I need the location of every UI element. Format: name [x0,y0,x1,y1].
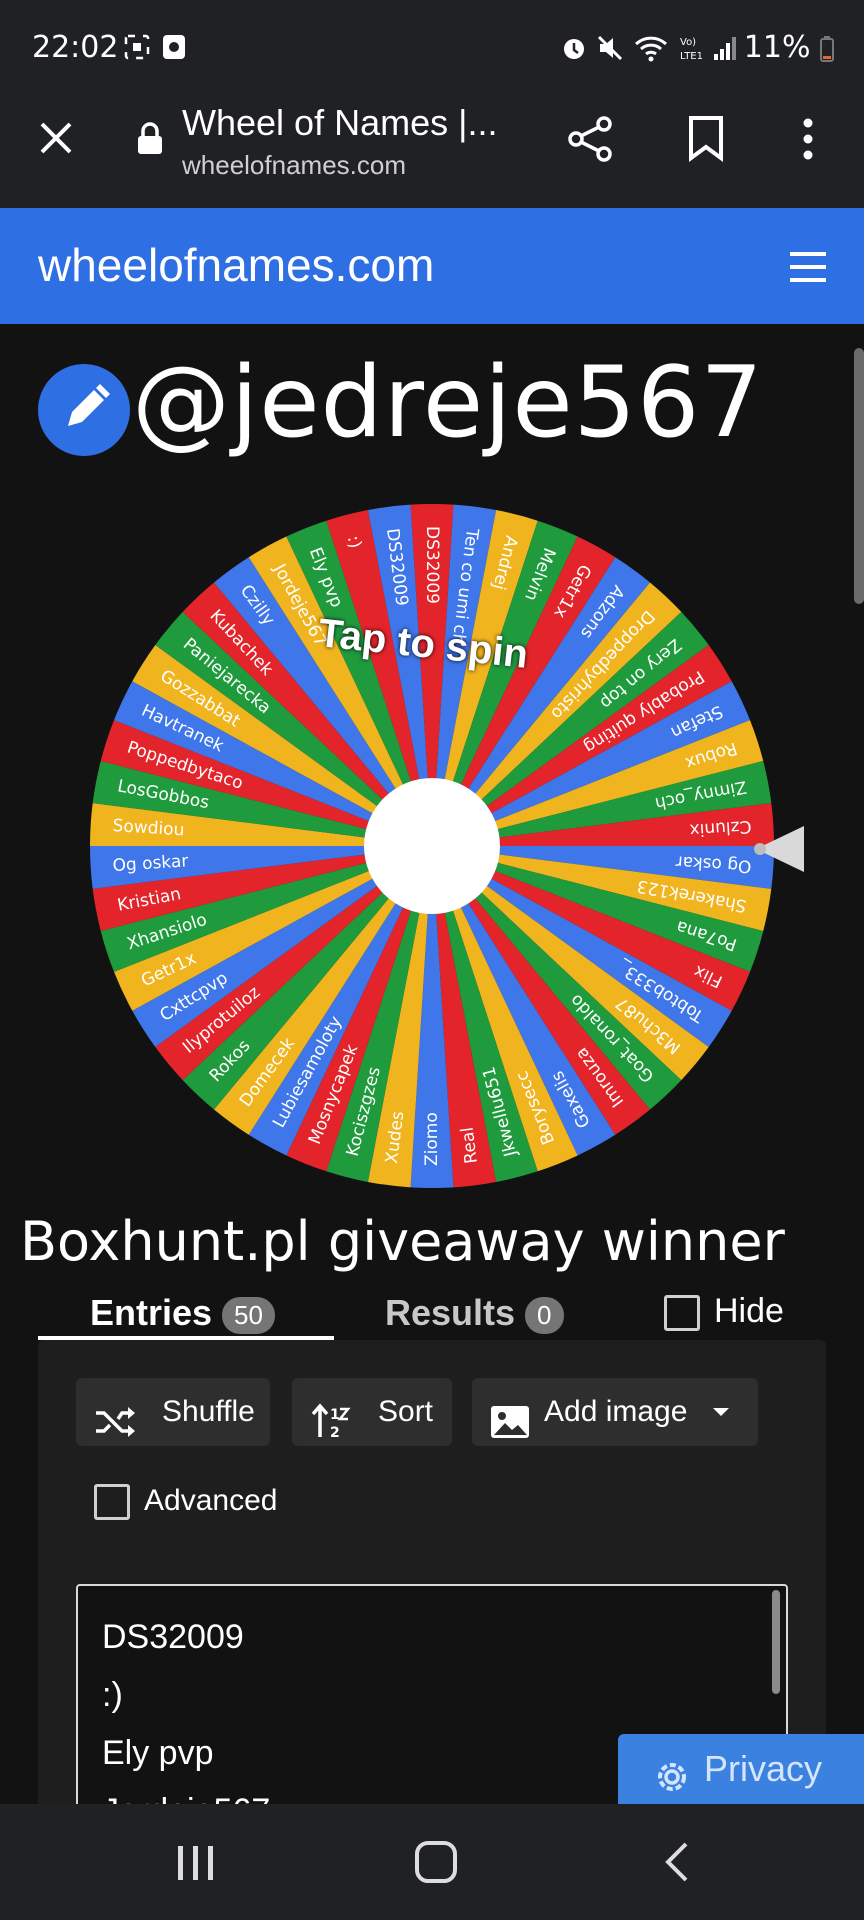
recent-apps-button[interactable] [176,1844,216,1887]
wheel-entry-label: Ziomo [422,1112,442,1166]
more-options-button[interactable] [800,114,816,169]
home-button[interactable] [414,1840,458,1889]
battery-icon [820,35,834,62]
status-bar: 22:02 Vo) LTE1 11% [0,0,864,96]
wheel[interactable]: DS32009 Ten co umi ch Andrej Melvin Getr1x Ad… [86,500,778,1197]
lock-icon [136,122,164,161]
system-navigation-bar [0,1804,864,1920]
browser-toolbar: Wheel of Names |... wheelofnames.com [0,96,864,208]
svg-text:LTE1: LTE1 [680,51,703,62]
sort-button[interactable]: 12 Sort [292,1378,452,1446]
page-title[interactable]: Wheel of Names |... [182,102,497,144]
edit-title-button[interactable] [38,364,130,456]
status-time: 22:02 [32,30,119,65]
page-url[interactable]: wheelofnames.com [182,150,406,181]
home-icon [415,1841,457,1883]
privacy-button[interactable]: Privacy [618,1734,864,1804]
svg-text:1: 1 [330,1407,340,1423]
chevron-down-icon [712,1378,730,1471]
svg-text:Vo): Vo) [680,37,696,48]
pencil-icon [68,384,110,426]
page-scrollbar[interactable] [854,348,864,604]
bookmark-button[interactable] [686,114,726,169]
share-button[interactable] [566,114,616,169]
entries-count-badge: 50 [222,1296,275,1334]
add-image-button[interactable]: Add image [472,1378,758,1446]
hide-checkbox[interactable]: Hide [664,1292,784,1332]
wheel-entry-label: DS32009 [422,526,442,604]
entry-line: :) [102,1676,123,1714]
share-icon [568,116,612,162]
checkbox-icon [664,1295,700,1332]
close-icon [40,122,72,154]
hamburger-icon [790,252,826,256]
app-notification-icon [162,34,186,65]
checkbox-icon [94,1484,130,1521]
site-header: wheelofnames.com [0,208,864,324]
shuffle-icon [94,1396,136,1464]
wifi-icon [634,34,668,67]
menu-button[interactable] [790,252,826,291]
main-content: @jedreje567 DS32009 Ten co umi ch Andrej Me… [0,324,864,1848]
more-vertical-icon [803,118,813,160]
mute-icon [596,34,624,67]
recent-apps-icon [178,1846,213,1880]
battery-level: 11% [744,30,834,65]
tab-entries[interactable]: Entries 50 [90,1292,275,1334]
wheel-pointer-icon [752,824,806,879]
sort-icon: 12 [310,1396,352,1464]
wheel-center [364,778,500,914]
screenshot-icon [124,34,150,65]
advanced-checkbox[interactable]: Advanced [94,1484,277,1521]
bookmark-icon [689,116,723,162]
wheel-title[interactable]: @jedreje567 [132,346,764,460]
wheel-entry-label: Czlunix [689,816,752,840]
back-icon [665,1842,688,1882]
wheel-svg: DS32009 Ten co umi ch AndrejMelvinGetr1xAd… [90,504,774,1188]
alarm-icon [560,34,588,67]
volte-signal-icon: Vo) LTE1 [680,34,740,67]
site-logo[interactable]: wheelofnames.com [38,238,434,292]
results-count-badge: 0 [525,1296,564,1334]
close-tab-button[interactable] [36,118,80,162]
wheel-description: Boxhunt.pl giveaway winner [20,1210,785,1273]
image-icon [490,1396,530,1464]
svg-text:2: 2 [330,1425,340,1439]
shuffle-button[interactable]: Shuffle [76,1378,270,1446]
entry-line: DS32009 [102,1618,244,1656]
tab-results[interactable]: Results 0 [385,1292,564,1334]
back-button[interactable] [664,1842,690,1887]
textarea-scrollbar[interactable] [772,1590,780,1694]
